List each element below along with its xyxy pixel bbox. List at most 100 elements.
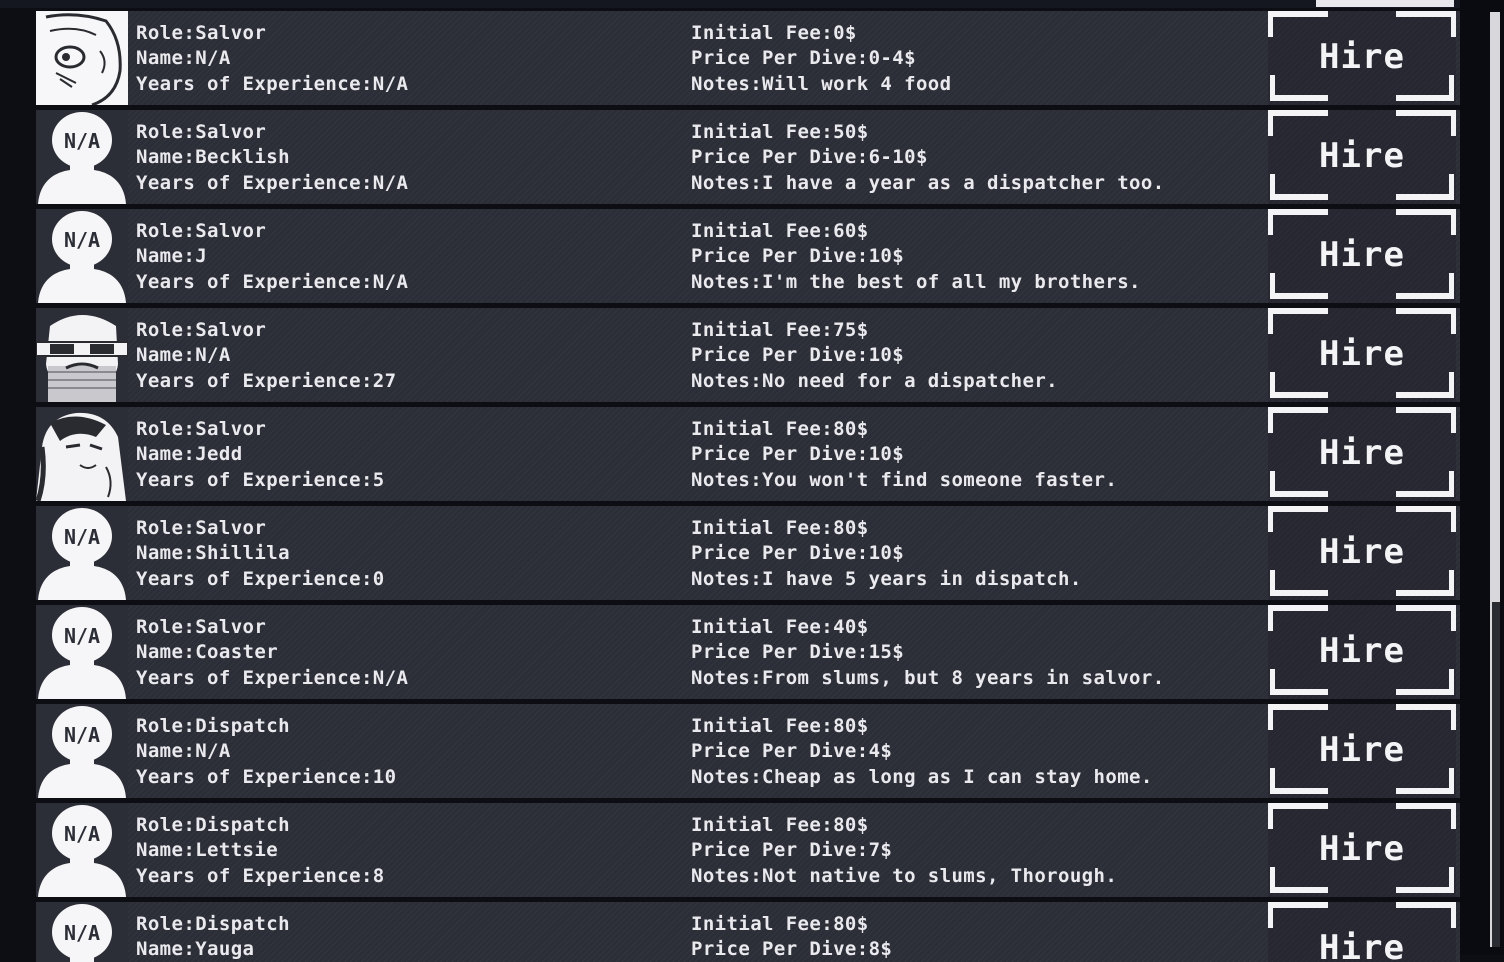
hire-button[interactable]: Hire [1268,407,1456,501]
applicant-row: N/A Role:Dispatch Name:Yauga Initial Fee:80… [36,902,1460,962]
hire-button-label: Hire [1319,433,1405,473]
hire-button-label: Hire [1319,136,1405,176]
experience-text: Years of Experience:N/A [136,666,409,689]
notes-text: Notes:Will work 4 food [691,72,952,95]
name-text: Name:Yauga [136,938,255,961]
notes-text: Notes:I have a year as a dispatcher too. [691,171,1165,194]
placeholder-person-icon: N/A [36,209,128,303]
hire-button[interactable]: Hire [1268,209,1456,303]
placeholder-person-icon: N/A [36,110,128,204]
name-text: Name:N/A [136,740,231,763]
price-per-dive-text: Price Per Dive:10$ [691,344,905,367]
hire-button[interactable]: Hire [1268,605,1456,699]
hire-button[interactable]: Hire [1268,902,1456,962]
name-text: Name:Shillila [136,542,290,565]
svg-text:N/A: N/A [64,228,100,252]
applicant-row: N/A Role:Dispatch Name:Lettsie Years of Exp… [36,803,1460,897]
placeholder-person-icon: N/A [36,704,128,798]
hire-button[interactable]: Hire [1268,11,1456,105]
svg-text:N/A: N/A [64,129,100,153]
top-bar [0,0,1504,8]
role-text: Role:Dispatch [136,913,290,935]
long-hair-man-icon [36,407,128,501]
price-per-dive-text: Price Per Dive:10$ [691,245,905,268]
notes-text: Notes:I have 5 years in dispatch. [691,567,1082,590]
notes-text: Notes:Not native to slums, Thorough. [691,864,1118,887]
role-text: Role:Salvor [136,418,267,440]
applicant-row: N/A Role:Salvor Name:Shillila Years of Expe… [36,506,1460,600]
role-text: Role:Salvor [136,220,267,242]
price-per-dive-text: Price Per Dive:15$ [691,641,905,664]
role-text: Role:Dispatch [136,814,290,836]
role-text: Role:Salvor [136,319,267,341]
role-text: Role:Salvor [136,616,267,638]
name-text: Name:Jedd [136,443,243,466]
hire-button-label: Hire [1319,532,1405,572]
initial-fee-text: Initial Fee:50$ [691,121,869,143]
hire-button[interactable]: Hire [1268,308,1456,402]
applicant-terms: Initial Fee:75$ Price Per Dive:10$ Notes:N… [691,318,1058,394]
applicant-info: Role:Salvor Name:Coaster Years of Experien… [136,615,408,691]
initial-fee-text: Initial Fee:80$ [691,814,869,836]
placeholder-person-icon: N/A [36,803,128,897]
notes-text: Notes:No need for a dispatcher. [691,369,1059,392]
initial-fee-text: Initial Fee:60$ [691,220,869,242]
price-per-dive-text: Price Per Dive:4$ [691,740,893,763]
applicant-list: Role:Salvor Name:N/A Years of Experience:N… [36,11,1460,962]
placeholder-person-icon: N/A [36,506,128,600]
role-text: Role:Dispatch [136,715,290,737]
top-tab-edge [1316,0,1454,7]
hire-button[interactable]: Hire [1268,704,1456,798]
svg-text:N/A: N/A [64,624,100,648]
applicant-info: Role:Salvor Name:Shillila Years of Experie… [136,516,385,592]
experience-text: Years of Experience:10 [136,765,397,788]
placeholder-person-icon: N/A [36,605,128,699]
applicant-terms: Initial Fee:60$ Price Per Dive:10$ Notes:I… [691,219,1141,295]
hire-button-label: Hire [1319,235,1405,275]
price-per-dive-text: Price Per Dive:6-10$ [691,146,928,169]
svg-text:N/A: N/A [64,822,100,846]
notes-text: Notes:From slums, but 8 years in salvor. [691,666,1165,689]
hire-button[interactable]: Hire [1268,506,1456,600]
initial-fee-text: Initial Fee:75$ [691,319,869,341]
applicant-info: Role:Dispatch Name:N/A Years of Experience… [136,714,396,790]
price-per-dive-text: Price Per Dive:10$ [691,542,905,565]
price-per-dive-text: Price Per Dive:10$ [691,443,905,466]
applicant-info: Role:Salvor Name:N/A Years of Experience:2… [136,318,396,394]
notes-text: Notes:You won't find someone faster. [691,468,1118,491]
name-text: Name:Coaster [136,641,279,664]
applicant-info: Role:Salvor Name:Becklish Years of Experie… [136,120,408,196]
experience-text: Years of Experience:27 [136,369,397,392]
hire-button[interactable]: Hire [1268,803,1456,897]
applicant-info: Role:Dispatch Name:Lettsie Years of Experi… [136,813,385,889]
experience-text: Years of Experience:N/A [136,171,409,194]
experience-text: Years of Experience:N/A [136,270,409,293]
bearded-man-icon [36,308,128,402]
name-text: Name:N/A [136,47,231,70]
applicant-terms: Initial Fee:80$ Price Per Dive:10$ Notes:Y… [691,417,1117,493]
price-per-dive-text: Price Per Dive:8$ [691,938,893,961]
applicant-info: Role:Salvor Name:N/A Years of Experience:N… [136,21,408,97]
initial-fee-text: Initial Fee:80$ [691,517,869,539]
notes-text: Notes:I'm the best of all my brothers. [691,270,1141,293]
role-text: Role:Salvor [136,121,267,143]
initial-fee-text: Initial Fee:80$ [691,913,869,935]
doodle-face-icon [36,11,128,105]
applicant-row: Role:Salvor Name:Jedd Years of Experience:… [36,407,1460,501]
applicant-terms: Initial Fee:40$ Price Per Dive:15$ Notes:F… [691,615,1165,691]
scrollbar-thumb[interactable] [1490,12,1500,602]
hire-button-label: Hire [1319,37,1405,77]
applicant-info: Role:Salvor Name:Jedd Years of Experience:… [136,417,385,493]
applicant-row: Role:Salvor Name:N/A Years of Experience:2… [36,308,1460,402]
applicant-row: N/A Role:Salvor Name:Coaster Years of Exper… [36,605,1460,699]
svg-text:N/A: N/A [64,525,100,549]
hire-button[interactable]: Hire [1268,110,1456,204]
initial-fee-text: Initial Fee:80$ [691,715,869,737]
hire-button-label: Hire [1319,829,1405,869]
experience-text: Years of Experience:8 [136,864,385,887]
applicant-terms: Initial Fee:50$ Price Per Dive:6-10$ Notes… [691,120,1165,196]
applicant-row: N/A Role:Dispatch Name:N/A Years of Experie… [36,704,1460,798]
role-text: Role:Salvor [136,22,267,44]
svg-text:N/A: N/A [64,921,100,945]
name-text: Name:Lettsie [136,839,279,862]
